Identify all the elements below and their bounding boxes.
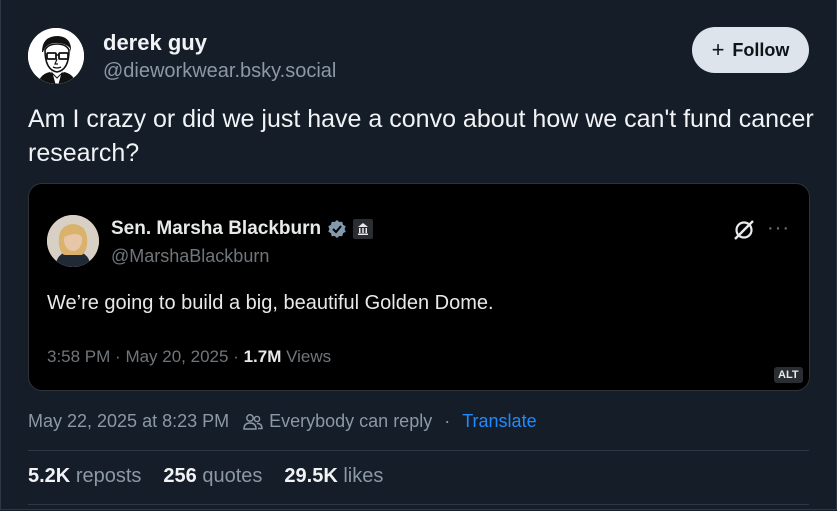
reposts-stat[interactable]: 5.2K reposts bbox=[28, 465, 141, 488]
quoted-post-text: We’re going to build a big, beautiful Go… bbox=[47, 292, 494, 314]
engagement-stats: 5.2K reposts 256 quotes 29.5K likes bbox=[28, 465, 383, 488]
author-handle[interactable]: @dieworkwear.bsky.social bbox=[103, 60, 336, 83]
post-text: Am I crazy or did we just have a convo a… bbox=[28, 105, 814, 167]
quoted-author-name[interactable]: Sen. Marsha Blackburn bbox=[111, 218, 374, 240]
likes-count: 29.5K bbox=[284, 465, 338, 487]
more-icon[interactable]: ··· bbox=[767, 217, 790, 240]
quoted-post[interactable]: Sen. Marsha Blackburn @MarshaBlackburn ·… bbox=[28, 183, 810, 391]
meta-separator: · bbox=[444, 411, 451, 431]
translate-link[interactable]: Translate bbox=[462, 411, 536, 432]
reposts-label: reposts bbox=[75, 465, 142, 487]
author-name[interactable]: derek guy bbox=[103, 30, 207, 56]
verified-badge-icon bbox=[328, 220, 346, 238]
divider bbox=[28, 504, 809, 505]
views-count: 1.7M bbox=[243, 347, 282, 366]
plus-icon: + bbox=[711, 37, 725, 62]
avatar-illustration bbox=[28, 28, 84, 84]
quoted-post-meta: 3:58 PM · May 20, 2025 · 1.7M Views bbox=[47, 347, 331, 367]
likes-stat[interactable]: 29.5K likes bbox=[284, 465, 383, 488]
quoted-author-name-text: Sen. Marsha Blackburn bbox=[111, 218, 322, 239]
government-building-icon bbox=[353, 219, 374, 239]
post-timestamp[interactable]: May 22, 2025 at 8:23 PM bbox=[28, 411, 229, 432]
author-avatar[interactable] bbox=[28, 28, 84, 84]
views-label: Views bbox=[286, 347, 332, 366]
quoted-post-time[interactable]: 3:58 PM bbox=[47, 347, 110, 366]
quoted-post-date[interactable]: May 20, 2025 bbox=[125, 347, 228, 366]
quoted-avatar-photo bbox=[47, 215, 99, 267]
post-meta: May 22, 2025 at 8:23 PM Everybody can re… bbox=[28, 411, 537, 432]
alt-badge[interactable]: ALT bbox=[774, 367, 803, 383]
reposts-count: 5.2K bbox=[28, 465, 71, 487]
divider bbox=[28, 450, 809, 451]
reply-setting[interactable]: Everybody can reply bbox=[269, 411, 432, 432]
quotes-count: 256 bbox=[163, 465, 197, 487]
grok-icon[interactable] bbox=[732, 218, 756, 242]
follow-button[interactable]: + Follow bbox=[692, 27, 809, 73]
meta-separator: · bbox=[115, 347, 126, 366]
likes-label: likes bbox=[343, 465, 384, 487]
quotes-stat[interactable]: 256 quotes bbox=[163, 465, 262, 488]
people-icon bbox=[243, 413, 263, 430]
quoted-author-avatar[interactable] bbox=[47, 215, 99, 267]
quotes-label: quotes bbox=[202, 465, 263, 487]
follow-label: Follow bbox=[732, 39, 790, 60]
meta-separator: · bbox=[233, 347, 244, 366]
quoted-author-handle[interactable]: @MarshaBlackburn bbox=[111, 246, 269, 267]
